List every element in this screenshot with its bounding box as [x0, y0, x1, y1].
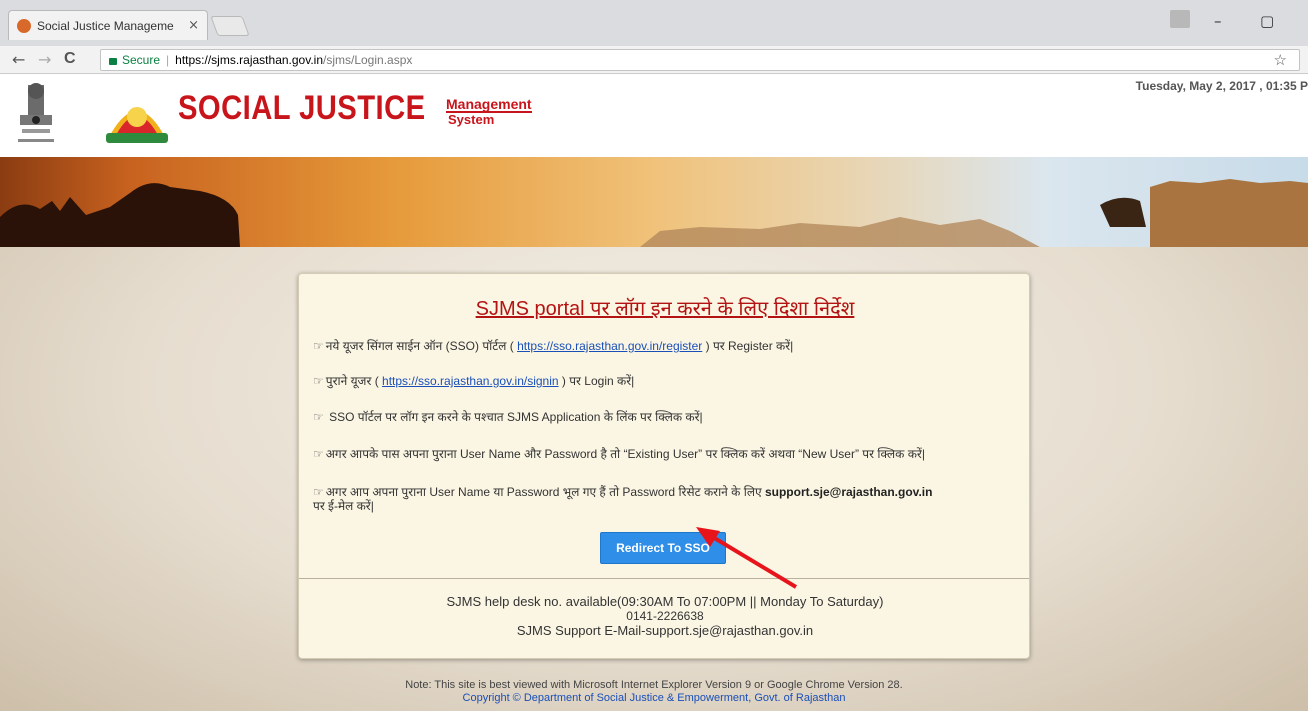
panel-divider — [299, 578, 1029, 579]
instruction-item: ☞ अगर आपके पास अपना पुराना User Name और P… — [313, 447, 1017, 461]
site-favicon-icon — [17, 18, 31, 33]
instruction-item: ☞ अगर आप अपना पुराना User Name या Passwor… — [313, 485, 1017, 513]
new-tab-button[interactable] — [210, 16, 250, 36]
footer-note: Note: This site is best viewed with Micr… — [0, 679, 1308, 705]
instruction-text: SSO पॉर्टल पर लॉग इन करने के पश्चात SJMS… — [325, 410, 703, 424]
secure-label: Secure — [122, 53, 161, 67]
instruction-text: नये यूजर सिंगल साईन ऑन (SSO) पॉर्टल ( — [325, 339, 518, 353]
banner-silhouettes — [0, 179, 1308, 247]
help-desk-info: SJMS help desk no. available(09:30AM To … — [299, 594, 1031, 638]
copyright: Copyright © Department of Social Justice… — [462, 692, 846, 704]
browser-tabstrip: Social Justice Manageme × – ▢ — [0, 0, 1308, 46]
pointing-hand-icon: ☞ — [313, 374, 324, 388]
instruction-text: अगर आप अपना पुराना User Name या Password… — [325, 485, 765, 499]
current-datetime: Tuesday, May 2, 2017 , 01:35 P — [1135, 79, 1308, 93]
sjms-logo-icon — [106, 107, 168, 143]
help-desk-hours: SJMS help desk no. available(09:30AM To … — [446, 594, 884, 609]
forward-icon[interactable]: → — [38, 50, 51, 69]
address-bar[interactable]: Secure | https://sjms.rajasthan.gov.in/s… — [100, 49, 1300, 71]
support-email: support.sje@rajasthan.gov.in — [764, 485, 933, 499]
url-host: https://sjms.rajasthan.gov.in — [175, 53, 323, 67]
instruction-item: ☞ नये यूजर सिंगल साईन ऑन (SSO) पॉर्टल ( h… — [313, 339, 1017, 353]
url-path: /sjms/Login.aspx — [323, 53, 413, 67]
tab-close-icon[interactable]: × — [188, 18, 199, 33]
instruction-item: ☞ पुराने यूजर ( https://sso.rajasthan.gov… — [313, 374, 1017, 388]
browser-toolbar: ← → C Secure | https://sjms.rajasthan.go… — [0, 46, 1308, 74]
annotation-arrow-icon — [696, 527, 798, 589]
instruction-text: पर ई-मेल करें| — [313, 499, 374, 513]
lock-icon — [109, 57, 117, 65]
sso-register-link[interactable]: https://sso.rajasthan.gov.in/register — [517, 339, 702, 353]
instructions-title: SJMS portal पर लॉग इन करने के लिए दिशा न… — [475, 298, 855, 320]
pointing-hand-icon: ☞ — [313, 485, 324, 499]
desert-banner — [0, 157, 1308, 247]
brand-subtitle: Management System — [446, 97, 532, 127]
site-header: SOCIAL JUSTICE Management System Tuesday… — [0, 75, 1308, 157]
national-emblem-icon — [18, 83, 54, 142]
browser-note: Note: This site is best viewed with Micr… — [405, 679, 903, 691]
tab-title: Social Justice Manageme — [37, 18, 174, 33]
brand-management: Management — [446, 96, 532, 113]
brand-system: System — [448, 112, 495, 127]
login-instructions-panel: SJMS portal पर लॉग इन करने के लिए दिशा न… — [298, 273, 1030, 659]
bookmark-star-icon[interactable]: ☆ — [1274, 51, 1287, 69]
restore-icon[interactable]: ▢ — [1260, 12, 1274, 30]
minimize-icon[interactable]: – — [1214, 12, 1222, 30]
pointing-hand-icon: ☞ — [313, 410, 324, 424]
reload-icon[interactable]: C — [64, 50, 76, 68]
instruction-item: ☞ SSO पॉर्टल पर लॉग इन करने के पश्चात SJ… — [313, 410, 1017, 424]
instruction-text: अगर आपके पास अपना पुराना User Name और Pa… — [325, 447, 925, 461]
browser-tab[interactable]: Social Justice Manageme × — [8, 10, 208, 40]
pointing-hand-icon: ☞ — [313, 447, 324, 461]
profile-icon[interactable] — [1170, 10, 1190, 28]
page: SOCIAL JUSTICE Management System Tuesday… — [0, 75, 1308, 711]
instruction-text: पुराने यूजर ( — [325, 374, 383, 388]
brand-title: SOCIAL JUSTICE — [178, 89, 426, 127]
help-desk-email: SJMS Support E-Mail-support.sje@rajastha… — [516, 623, 814, 638]
instruction-text: ) पर Register करें| — [702, 339, 794, 353]
back-icon[interactable]: ← — [12, 50, 25, 69]
instruction-text: ) पर Login करें| — [558, 374, 635, 388]
sso-signin-link[interactable]: https://sso.rajasthan.gov.in/signin — [382, 374, 559, 388]
pointing-hand-icon: ☞ — [313, 339, 324, 353]
help-desk-phone: 0141-2226638 — [626, 609, 704, 623]
